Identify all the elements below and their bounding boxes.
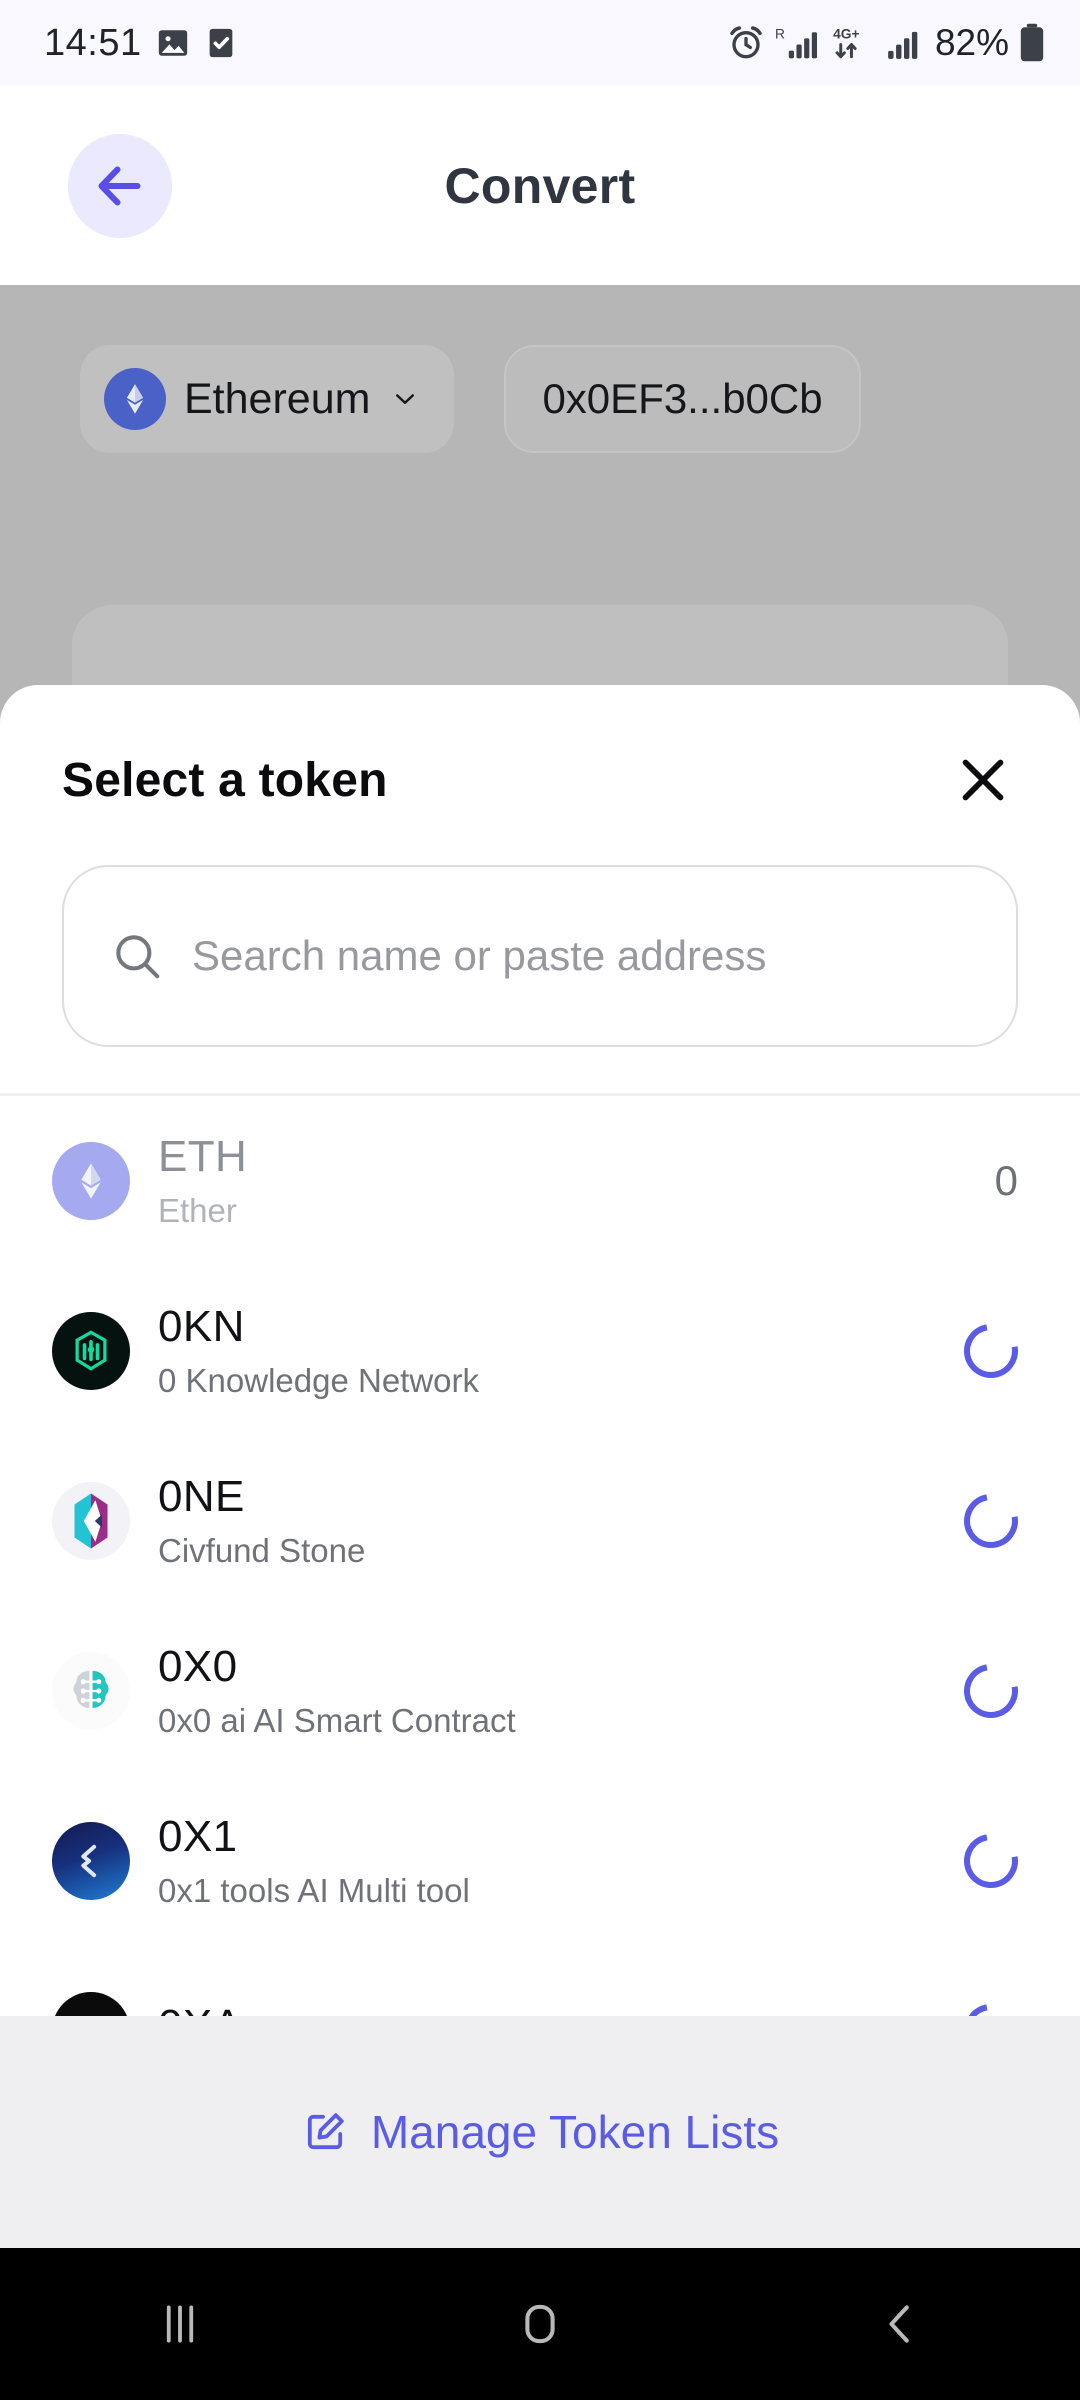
token-balance-slot: 0 [948,1157,1018,1205]
token-list-item[interactable]: ETH Ether 0 [0,1096,1080,1266]
0xa-logo-icon [52,1992,130,2016]
chain-name-label: Ethereum [184,374,371,423]
modal-header: Select a token [0,685,1080,815]
token-list-item[interactable]: 0XA [0,1946,1080,2016]
token-name: Civfund Stone [158,1532,366,1569]
back-chevron-icon [873,2297,927,2351]
status-bar-left: 14:51 [44,22,238,65]
token-meta: 0XA [158,2001,920,2016]
token-balance-slot [948,1823,1029,1899]
token-list-item[interactable]: 0X0 0x0 ai AI Smart Contract [0,1606,1080,1776]
0kn-logo-icon [52,1312,130,1390]
alarm-icon [726,23,766,63]
token-balance-slot [948,1993,1029,2016]
token-meta: 0X0 0x0 ai AI Smart Contract [158,1642,920,1740]
close-icon [953,750,1013,810]
manage-token-lists-button[interactable]: Manage Token Lists [0,2016,1080,2248]
token-symbol: 0X0 [158,1642,238,1691]
token-list[interactable]: ETH Ether 0 0KN 0 Knowledge Network 0NE … [0,1096,1080,2016]
image-icon [156,26,190,60]
search-input[interactable]: Search name or paste address [62,865,1018,1047]
manage-token-lists-label: Manage Token Lists [370,2106,780,2158]
0x1-logo-icon [52,1822,130,1900]
signal-icon [885,23,923,63]
status-bar-right: R 4G+ 82% [726,22,1046,64]
token-name: 0 Knowledge Network [158,1362,480,1399]
token-symbol: 0X1 [158,1812,238,1861]
token-name: Ether [158,1192,237,1229]
token-name: 0x1 tools AI Multi tool [158,1872,470,1909]
token-balance-slot [948,1313,1029,1389]
token-symbol: ETH [158,1132,248,1181]
app-header: Convert [0,86,1080,285]
arrow-left-icon [90,156,150,216]
token-name: 0x0 ai AI Smart Contract [158,1702,516,1739]
select-token-modal: Select a token Search name or paste addr… [0,685,1080,2248]
token-symbol: 0NE [158,1472,245,1521]
4g-plus-data-icon: 4G+ [830,23,876,63]
home-icon [513,2297,567,2351]
loading-spinner-icon [953,1653,1029,1729]
0ne-logo-icon [52,1482,130,1560]
home-button[interactable] [450,2248,630,2400]
svg-text:4G+: 4G+ [833,26,859,41]
loading-spinner-icon [953,1993,1029,2016]
token-balance-slot [948,1653,1029,1729]
chevron-down-icon [390,384,420,414]
search-section: Search name or paste address [0,815,1080,1093]
loading-spinner-icon [953,1823,1029,1899]
chain-selector[interactable]: Ethereum [80,345,455,453]
recents-icon [153,2297,207,2351]
recents-button[interactable] [90,2248,270,2400]
token-list-item[interactable]: 0NE Civfund Stone [0,1436,1080,1606]
edit-square-icon [301,2108,349,2156]
chain-and-wallet-row: Ethereum 0x0EF3...b0Cb [80,345,1010,453]
modal-title: Select a token [62,753,388,807]
wallet-address-label: 0x0EF3...b0Cb [542,375,823,422]
token-meta: 0KN 0 Knowledge Network [158,1302,920,1400]
0x0-logo-icon [52,1652,130,1730]
token-meta: 0NE Civfund Stone [158,1472,920,1570]
phone-screen: 14:51 R 4G+ 82% Convert Ethereum 0x0EF3.… [0,0,1080,2400]
android-nav-bar [0,2248,1080,2400]
back-button[interactable] [68,133,172,238]
ethereum-icon [104,368,166,430]
close-button[interactable] [948,745,1018,815]
svg-text:R: R [775,26,785,41]
token-balance: 0 [994,1157,1018,1204]
checkbox-icon [204,26,238,60]
token-list-item[interactable]: 0KN 0 Knowledge Network [0,1266,1080,1436]
status-time: 14:51 [44,21,142,64]
token-list-item[interactable]: 0X1 0x1 tools AI Multi tool [0,1776,1080,1946]
back-nav-button[interactable] [810,2248,990,2400]
search-icon [110,929,164,983]
battery-percent-label: 82% [934,22,1009,63]
roaming-signal-icon: R [775,23,821,63]
battery-icon [1018,22,1046,64]
token-meta: 0X1 0x1 tools AI Multi tool [158,1812,920,1910]
loading-spinner-icon [953,1483,1029,1559]
token-balance-slot [948,1483,1029,1559]
token-meta: ETH Ether [158,1132,920,1230]
wallet-address-chip[interactable]: 0x0EF3...b0Cb [504,345,861,453]
token-symbol: 0KN [158,1302,245,1351]
token-symbol: 0XA [158,2001,920,2016]
search-placeholder: Search name or paste address [192,932,767,979]
status-bar: 14:51 R 4G+ 82% [0,0,1080,86]
eth-logo-icon [52,1142,130,1220]
loading-spinner-icon [953,1313,1029,1389]
